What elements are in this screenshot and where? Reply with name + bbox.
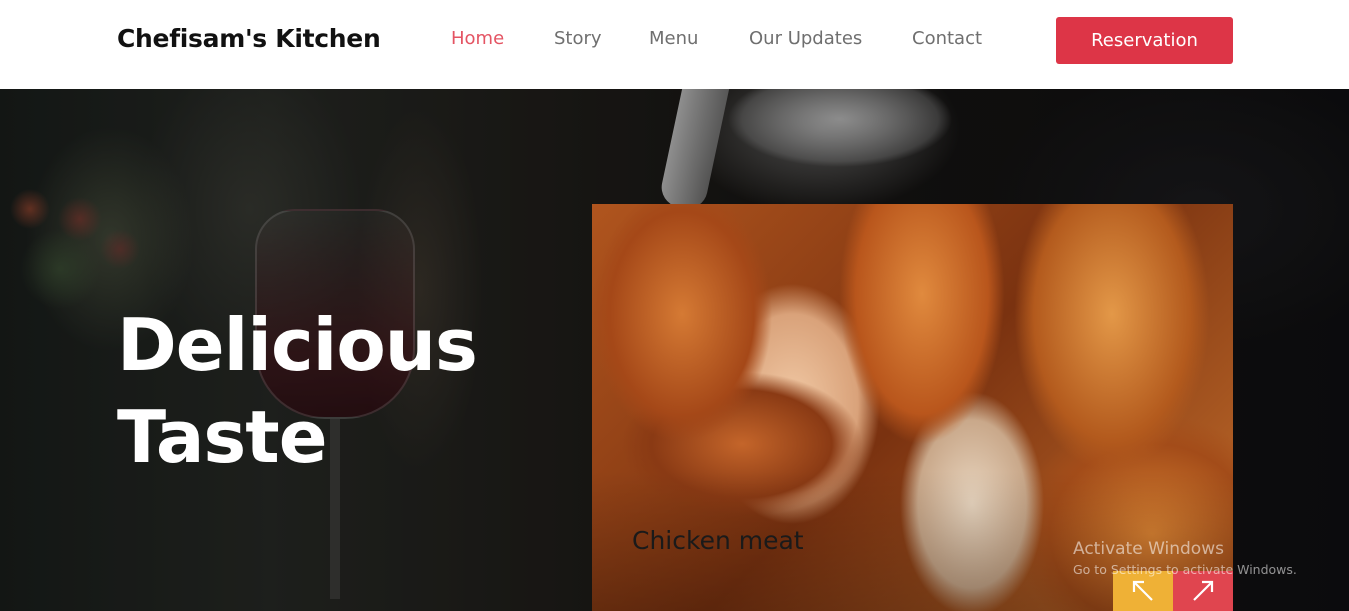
activate-windows-watermark: Activate Windows Go to Settings to activ… [1073, 538, 1297, 580]
watermark-subtitle: Go to Settings to activate Windows. [1073, 562, 1297, 577]
reservation-button[interactable]: Reservation [1056, 17, 1233, 64]
nav-item-our-updates[interactable]: Our Updates [749, 28, 862, 49]
hero-title-line-2: Taste [117, 395, 328, 479]
nav-item-story[interactable]: Story [554, 28, 602, 49]
hero-title-line-1: Delicious [117, 303, 478, 387]
nav-item-menu[interactable]: Menu [649, 28, 698, 49]
brand-logo[interactable]: Chefisam's Kitchen [117, 24, 381, 53]
nav-item-contact[interactable]: Contact [912, 28, 982, 49]
hero-section: Delicious Taste Chicken meat [0, 89, 1349, 611]
hero-title: Delicious Taste [117, 299, 478, 483]
nav-item-home[interactable]: Home [451, 28, 504, 49]
food-card-caption: Chicken meat [632, 526, 804, 555]
watermark-title: Activate Windows [1073, 539, 1224, 559]
arrow-up-left-icon [1132, 580, 1153, 601]
arrow-up-right-icon [1193, 580, 1214, 601]
site-header: Chefisam's Kitchen Home Story Menu Our U… [0, 0, 1349, 89]
